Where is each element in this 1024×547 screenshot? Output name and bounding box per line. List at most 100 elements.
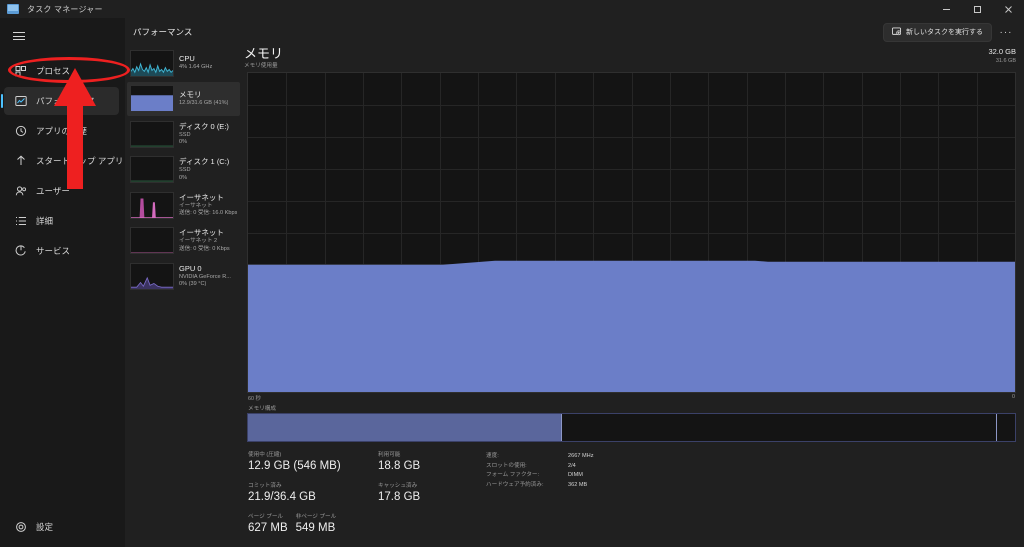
device-line2-ethernet2: 送信: 0 受信: 0 Kbps	[179, 245, 230, 252]
device-line2-disk1: 0%	[179, 174, 188, 181]
device-item-disk1[interactable]: ディスク 1 (C:) SSD 0%	[127, 153, 240, 187]
device-text-ethernet2: イーサネット イーサネット 2 送信: 0 受信: 0 Kbps	[179, 228, 230, 253]
device-line1-disk0: SSD	[179, 131, 191, 138]
stat-committed: コミット済み 21.9/36.4 GB	[248, 482, 378, 505]
sidebar-item-settings[interactable]: 設定	[4, 513, 119, 541]
sidebar-label-startup-apps: スタートアップ アプリ	[36, 156, 124, 166]
window-title: タスク マネージャー	[27, 4, 103, 14]
sidebar-item-details[interactable]: 詳細	[4, 207, 119, 235]
memory-graph-wrap: 60 秒 0	[244, 72, 1018, 403]
stats-column-mid: 利用可能 18.8 GB キャッシュ済み 17.8 GB	[378, 451, 486, 547]
device-name-gpu0: GPU 0	[179, 263, 202, 273]
memory-composition-bar[interactable]	[247, 413, 1016, 442]
device-text-disk1: ディスク 1 (C:) SSD 0%	[179, 157, 229, 182]
spec-row-slots: スロットの使用: 2/4	[486, 462, 1018, 472]
stat-in-use-value: 12.9 GB (546 MB)	[248, 460, 341, 472]
device-line1-cpu: 4% 1.64 GHz	[179, 64, 213, 71]
hamburger-icon[interactable]	[4, 22, 34, 50]
device-item-gpu0[interactable]: GPU 0 NVIDIA GeForce R... 0% (39 °C)	[127, 259, 240, 293]
stat-in-use-label: 使用中 (圧縮)	[248, 452, 282, 458]
run-new-task-button[interactable]: 新しいタスクを実行する	[883, 22, 992, 42]
memory-capacity: 32.0 GB	[988, 47, 1016, 56]
device-thumb-ethernet2	[130, 227, 174, 254]
sidebar-label-services: サービス	[36, 246, 71, 256]
content-area: パフォーマンス 新しいタスクを実行する ··· CPU 4% 1.64 GHz …	[125, 18, 1024, 547]
users-icon	[15, 185, 27, 197]
sidebar-item-app-history[interactable]: アプリの履歴	[4, 117, 119, 145]
device-thumb-memory	[130, 85, 174, 112]
device-line2-gpu0: 0% (39 °C)	[179, 281, 207, 287]
sidebar-label-app-history: アプリの履歴	[36, 126, 88, 136]
stat-committed-label: コミット済み	[248, 483, 282, 489]
stat-cached: キャッシュ済み 17.8 GB	[378, 482, 486, 505]
device-item-cpu[interactable]: CPU 4% 1.64 GHz	[127, 46, 240, 80]
device-item-ethernet2[interactable]: イーサネット イーサネット 2 送信: 0 受信: 0 Kbps	[127, 224, 240, 258]
detail-header: メモリ メモリ使用量 32.0 GB 31.6 GB	[244, 46, 1018, 72]
memory-composition-label: メモリ構成	[248, 406, 276, 412]
device-line1-ethernet1: イーサネット	[179, 202, 213, 209]
app-history-icon	[15, 125, 27, 137]
device-name-memory: メモリ	[179, 89, 202, 99]
stats-column-specs: 速度: 2667 MHz スロットの使用: 2/4 フォーム ファクター: DI…	[486, 451, 1018, 547]
more-options-button[interactable]: ···	[994, 23, 1018, 42]
stat-nonpaged-pool-label: 非ページ プール	[295, 514, 337, 520]
device-line1-disk1: SSD	[179, 167, 191, 173]
device-text-cpu: CPU 4% 1.64 GHz	[179, 54, 212, 72]
device-list[interactable]: CPU 4% 1.64 GHz メモリ 12.9/31.6 GB (41%) デ…	[125, 46, 240, 547]
maximize-button[interactable]	[962, 0, 993, 18]
details-icon	[15, 215, 27, 227]
sidebar-label-processes: プロセス	[36, 66, 71, 76]
composition-segment-free	[562, 414, 995, 441]
stat-available: 利用可能 18.8 GB	[378, 451, 486, 474]
detail-capacity-block: 32.0 GB 31.6 GB	[988, 47, 1016, 65]
spec-key-speed: 速度:	[486, 453, 499, 459]
stat-in-use: 使用中 (圧縮) 12.9 GB (546 MB)	[248, 451, 378, 474]
sidebar-item-users[interactable]: ユーザー	[4, 177, 119, 205]
device-thumb-disk0	[130, 120, 174, 148]
close-button[interactable]	[993, 0, 1024, 18]
stat-paged-pool-value: 627 MB	[248, 522, 288, 534]
processes-icon	[15, 65, 27, 77]
sidebar-item-startup-apps[interactable]: スタートアップ アプリ	[4, 147, 123, 175]
startup-apps-icon	[15, 155, 27, 167]
device-line1-ethernet2: イーサネット 2	[179, 238, 218, 244]
device-line1-gpu0: NVIDIA GeForce R...	[179, 273, 231, 280]
device-name-ethernet2: イーサネット	[179, 228, 224, 237]
detail-title: メモリ	[244, 46, 284, 61]
stat-paged-pool-label: ページ プール	[248, 514, 284, 520]
device-item-ethernet1[interactable]: イーサネット イーサネット 送信: 0 受信: 16.0 Kbps	[127, 188, 240, 222]
stat-paged-pool: ページ プール 627 MB	[248, 513, 288, 536]
spec-value-hwreserved: 362 MB	[568, 481, 588, 488]
window-controls	[931, 0, 1024, 18]
device-thumb-gpu0	[130, 262, 174, 290]
device-thumb-cpu	[130, 49, 174, 77]
sidebar-label-users: ユーザー	[36, 186, 70, 196]
device-line2-ethernet1: 送信: 0 受信: 16.0 Kbps	[179, 210, 238, 216]
device-item-memory[interactable]: メモリ 12.9/31.6 GB (41%)	[127, 81, 240, 116]
sidebar-label-details: 詳細	[36, 216, 54, 226]
new-task-icon	[892, 26, 902, 38]
content-header: パフォーマンス 新しいタスクを実行する ···	[125, 18, 1024, 46]
spec-row-hwreserved: ハードウェア予約済み: 362 MB	[486, 481, 1018, 491]
memory-stats: 使用中 (圧縮) 12.9 GB (546 MB) コミット済み 21.9/36…	[244, 442, 1018, 547]
device-name-disk1: ディスク 1 (C:)	[179, 157, 230, 166]
device-item-disk0[interactable]: ディスク 0 (E:) SSD 0%	[127, 117, 240, 151]
minimize-button[interactable]	[931, 0, 962, 18]
sidebar-item-performance[interactable]: パフォーマンス	[1, 87, 119, 115]
device-text-disk0: ディスク 0 (E:) SSD 0%	[179, 122, 229, 147]
device-text-memory: メモリ 12.9/31.6 GB (41%)	[179, 90, 228, 108]
sidebar-item-services[interactable]: サービス	[4, 237, 119, 265]
stat-available-label: 利用可能	[378, 452, 401, 458]
device-name-cpu: CPU	[179, 54, 195, 64]
page-title: パフォーマンス	[133, 27, 193, 37]
spec-key-formfactor: フォーム ファクター:	[486, 472, 540, 478]
spec-key-hwreserved: ハードウェア予約済み:	[486, 481, 544, 488]
device-text-gpu0: GPU 0 NVIDIA GeForce R... 0% (39 °C)	[179, 264, 231, 289]
stats-pool-row: ページ プール 627 MB 非ページ プール 549 MB	[248, 513, 378, 544]
sidebar-item-processes[interactable]: プロセス	[4, 57, 119, 85]
graph-area-series	[248, 260, 1015, 392]
title-bar: タスク マネージャー	[0, 0, 1024, 18]
stat-cached-label: キャッシュ済み	[378, 483, 418, 489]
composition-segment-reserved	[995, 414, 1015, 441]
